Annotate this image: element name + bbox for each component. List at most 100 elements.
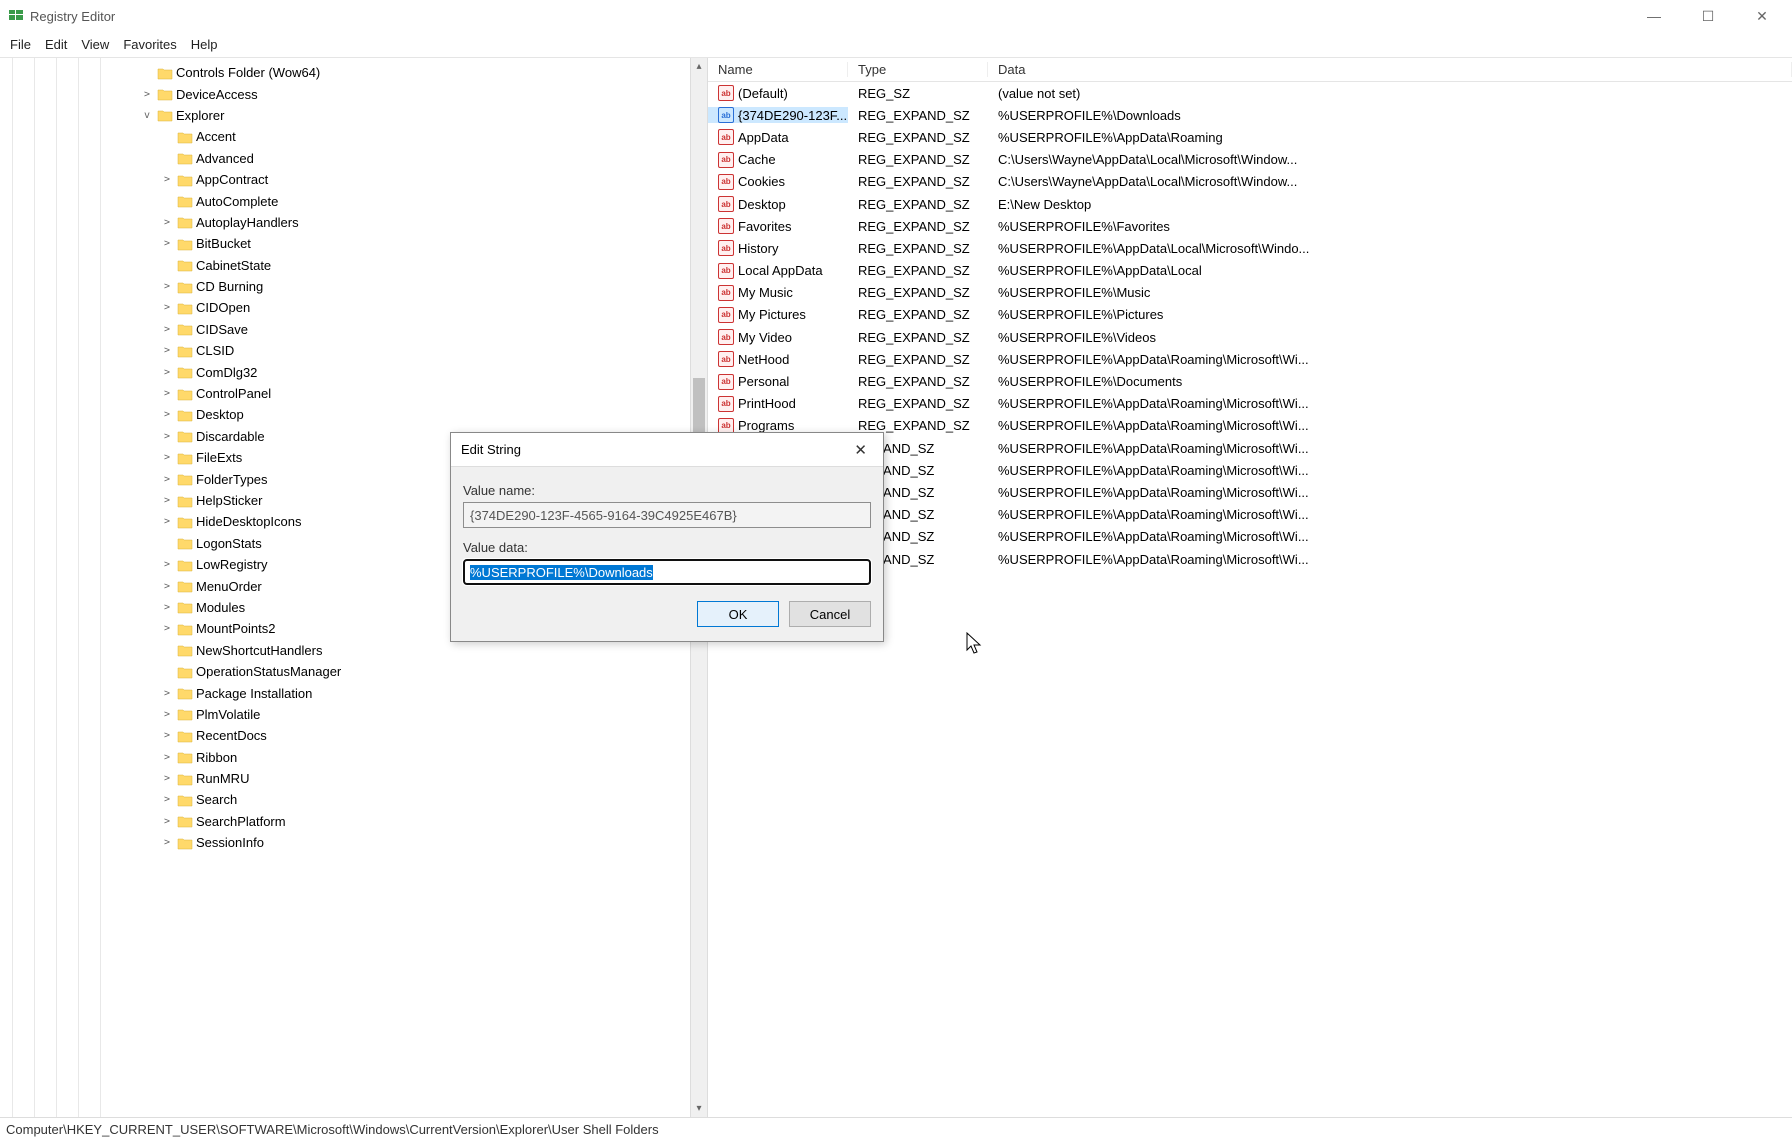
- tree-item[interactable]: >ControlPanel: [140, 383, 707, 404]
- tree-item[interactable]: >CLSID: [140, 340, 707, 361]
- ok-button[interactable]: OK: [697, 601, 779, 627]
- cancel-button[interactable]: Cancel: [789, 601, 871, 627]
- tree-item[interactable]: Advanced: [140, 148, 707, 169]
- list-row[interactable]: ab{374DE290-123F...REG_EXPAND_SZ%USERPRO…: [708, 104, 1792, 126]
- tree-item[interactable]: Controls Folder (Wow64): [140, 62, 707, 83]
- tree-item[interactable]: > RecentDocs: [140, 725, 707, 746]
- tree-item[interactable]: >PlmVolatile: [140, 704, 707, 725]
- list-row[interactable]: abNetHoodREG_EXPAND_SZ%USERPROFILE%\AppD…: [708, 348, 1792, 370]
- tree-item[interactable]: >SessionInfo: [140, 832, 707, 853]
- expand-icon[interactable]: >: [160, 474, 174, 485]
- menu-view[interactable]: View: [81, 37, 109, 52]
- tree-item[interactable]: >DeviceAccess: [140, 83, 707, 104]
- expand-icon[interactable]: >: [160, 431, 174, 442]
- tree-item[interactable]: >CD Burning: [140, 276, 707, 297]
- expand-icon[interactable]: >: [160, 730, 174, 741]
- expand-icon[interactable]: >: [160, 452, 174, 463]
- column-data[interactable]: Data: [988, 62, 1792, 77]
- dialog-close-button[interactable]: ✕: [848, 441, 873, 459]
- list-row[interactable]: abCookiesREG_EXPAND_SZC:\Users\Wayne\App…: [708, 171, 1792, 193]
- expand-icon[interactable]: >: [160, 559, 174, 570]
- expand-icon[interactable]: >: [160, 581, 174, 592]
- expand-icon[interactable]: v: [140, 110, 154, 121]
- expand-icon[interactable]: >: [160, 345, 174, 356]
- list-row[interactable]: abPrintHoodREG_EXPAND_SZ%USERPROFILE%\Ap…: [708, 393, 1792, 415]
- tree-item[interactable]: >ComDlg32: [140, 361, 707, 382]
- list-row[interactable]: abMy VideoREG_EXPAND_SZ%USERPROFILE%\Vid…: [708, 326, 1792, 348]
- expand-icon[interactable]: >: [160, 495, 174, 506]
- tree-item[interactable]: >Package Installation: [140, 682, 707, 703]
- list-row[interactable]: abFavoritesREG_EXPAND_SZ%USERPROFILE%\Fa…: [708, 215, 1792, 237]
- reg-value-icon: ab: [718, 329, 734, 345]
- list-row[interactable]: abMy MusicREG_EXPAND_SZ%USERPROFILE%\Mus…: [708, 282, 1792, 304]
- cell-type: REG_EXPAND_SZ: [848, 263, 988, 278]
- list-row[interactable]: abCacheREG_EXPAND_SZC:\Users\Wayne\AppDa…: [708, 149, 1792, 171]
- tree-item[interactable]: OperationStatusManager: [140, 661, 707, 682]
- list-row[interactable]: abMy PicturesREG_EXPAND_SZ%USERPROFILE%\…: [708, 304, 1792, 326]
- expand-icon[interactable]: >: [160, 837, 174, 848]
- tree-item[interactable]: >SearchPlatform: [140, 811, 707, 832]
- cell-name: abDesktop: [708, 196, 848, 212]
- expand-icon[interactable]: >: [160, 174, 174, 185]
- expand-icon[interactable]: >: [160, 217, 174, 228]
- expand-icon[interactable]: >: [160, 281, 174, 292]
- tree-item[interactable]: Accent: [140, 126, 707, 147]
- expand-icon[interactable]: >: [160, 409, 174, 420]
- expand-icon[interactable]: >: [160, 752, 174, 763]
- expand-icon[interactable]: >: [160, 816, 174, 827]
- list-row[interactable]: abDesktopREG_EXPAND_SZE:\New Desktop: [708, 193, 1792, 215]
- tree-item[interactable]: >CIDSave: [140, 319, 707, 340]
- list-row[interactable]: abAppDataREG_EXPAND_SZ%USERPROFILE%\AppD…: [708, 126, 1792, 148]
- close-button[interactable]: ✕: [1744, 8, 1780, 25]
- column-type[interactable]: Type: [848, 62, 988, 77]
- cell-data: %USERPROFILE%\AppData\Roaming\Microsoft\…: [988, 529, 1792, 544]
- tree-item-label: NewShortcutHandlers: [196, 643, 322, 658]
- list-row[interactable]: ab(Default)REG_SZ(value not set): [708, 82, 1792, 104]
- expand-icon[interactable]: >: [160, 388, 174, 399]
- tree-item[interactable]: > AppContract: [140, 169, 707, 190]
- tree-item-label: AppContract: [196, 172, 268, 187]
- menu-file[interactable]: File: [10, 37, 31, 52]
- expand-icon[interactable]: >: [160, 794, 174, 805]
- cell-data: C:\Users\Wayne\AppData\Local\Microsoft\W…: [988, 174, 1792, 189]
- value-name-input[interactable]: [463, 502, 871, 528]
- tree-item[interactable]: >Desktop: [140, 404, 707, 425]
- tree-item[interactable]: vExplorer: [140, 105, 707, 126]
- menu-help[interactable]: Help: [191, 37, 218, 52]
- expand-icon[interactable]: >: [160, 367, 174, 378]
- tree-item[interactable]: CabinetState: [140, 255, 707, 276]
- minimize-button[interactable]: —: [1636, 8, 1672, 25]
- expand-icon[interactable]: >: [140, 89, 154, 100]
- tree-item-label: RecentDocs: [196, 728, 267, 743]
- tree-item[interactable]: >AutoplayHandlers: [140, 212, 707, 233]
- tree-item[interactable]: AutoComplete: [140, 190, 707, 211]
- list-row[interactable]: abPersonalREG_EXPAND_SZ%USERPROFILE%\Doc…: [708, 370, 1792, 392]
- list-row[interactable]: abHistoryREG_EXPAND_SZ%USERPROFILE%\AppD…: [708, 237, 1792, 259]
- tree-item[interactable]: >RunMRU: [140, 768, 707, 789]
- expand-icon[interactable]: >: [160, 709, 174, 720]
- expand-icon[interactable]: >: [160, 516, 174, 527]
- tree-item[interactable]: >Ribbon: [140, 747, 707, 768]
- tree-item-label: Search: [196, 792, 237, 807]
- expand-icon[interactable]: >: [160, 302, 174, 313]
- cell-data: (value not set): [988, 86, 1792, 101]
- expand-icon[interactable]: >: [160, 602, 174, 613]
- value-data-input[interactable]: [463, 559, 871, 585]
- tree-item[interactable]: >BitBucket: [140, 233, 707, 254]
- scroll-down-icon[interactable]: ▾: [691, 1100, 707, 1117]
- tree-item[interactable]: > Search: [140, 789, 707, 810]
- expand-icon[interactable]: >: [160, 773, 174, 784]
- expand-icon[interactable]: >: [160, 324, 174, 335]
- menu-edit[interactable]: Edit: [45, 37, 67, 52]
- expand-icon[interactable]: >: [160, 623, 174, 634]
- expand-icon[interactable]: >: [160, 238, 174, 249]
- expand-icon[interactable]: >: [160, 688, 174, 699]
- tree-item[interactable]: NewShortcutHandlers: [140, 640, 707, 661]
- menu-favorites[interactable]: Favorites: [123, 37, 176, 52]
- scroll-up-icon[interactable]: ▴: [691, 58, 707, 75]
- maximize-button[interactable]: ☐: [1690, 8, 1726, 25]
- column-name[interactable]: Name: [708, 62, 848, 77]
- list-row[interactable]: abLocal AppDataREG_EXPAND_SZ%USERPROFILE…: [708, 260, 1792, 282]
- tree-item-label: FolderTypes: [196, 472, 268, 487]
- tree-item[interactable]: >CIDOpen: [140, 297, 707, 318]
